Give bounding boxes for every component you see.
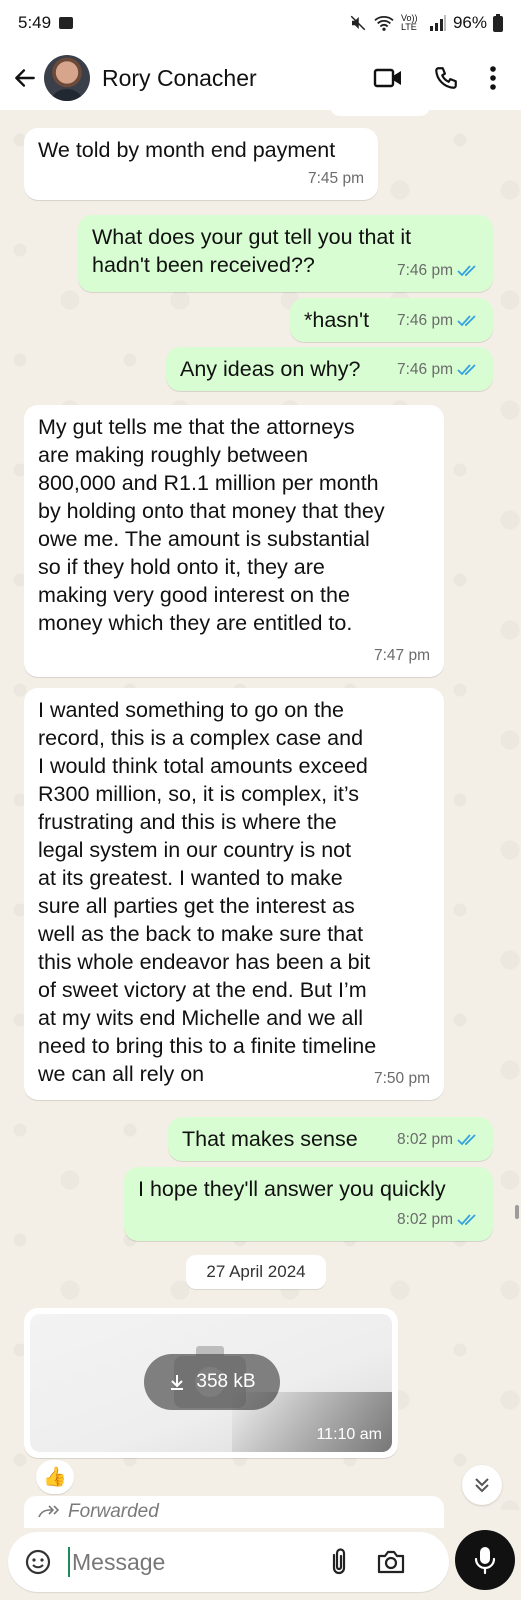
- chat-header: Rory Conacher: [0, 46, 521, 110]
- message-text: this whole endeavor has been a bit: [38, 950, 371, 974]
- message-time: 8:02 pm: [396, 1211, 453, 1228]
- read-receipt-icon: [457, 364, 476, 376]
- reaction-thumbs-up[interactable]: 👍: [36, 1460, 74, 1494]
- message-time: 11:10 am: [316, 1426, 382, 1443]
- avatar[interactable]: [44, 55, 90, 101]
- message-text: R300 million, so, it is complex, it’s: [38, 782, 360, 806]
- message-time: 7:50 pm: [373, 1070, 430, 1087]
- message-text: I wanted something to go on the: [38, 698, 344, 722]
- message-text: record, this is a complex case and: [38, 726, 364, 750]
- read-receipt-icon: [457, 315, 476, 327]
- message-bubble-outgoing[interactable]: Any ideas on why? 7:46 pm: [166, 347, 493, 391]
- message-text: owe me. The amount is substantial: [38, 527, 370, 551]
- message-text: we can all rely on: [38, 1062, 205, 1086]
- battery-icon: [493, 14, 503, 32]
- message-bubble-outgoing[interactable]: *hasn't 7:46 pm: [290, 298, 493, 342]
- message-text: making very good interest on the: [38, 583, 350, 607]
- text-cursor: [68, 1547, 70, 1577]
- network-label: Vo)) LTE: [400, 13, 418, 32]
- message-time: 7:46 pm: [396, 312, 453, 329]
- message-text: sure all parties get the interest as: [38, 894, 355, 918]
- scrollbar-thumb[interactable]: [515, 1205, 519, 1219]
- message-text: frustrating and this is where the: [38, 810, 337, 834]
- date-separator: 27 April 2024: [186, 1255, 326, 1289]
- status-icons: Vo)) LTE 96%: [349, 13, 503, 33]
- message-time: 7:46 pm: [396, 262, 453, 279]
- message-bubble-incoming[interactable]: I wanted something to go on the record, …: [24, 688, 444, 1100]
- message-bubble-incoming[interactable]: My gut tells me that the attorneys are m…: [24, 405, 444, 677]
- media-message-bubble[interactable]: 358 kB 11:10 am: [24, 1308, 398, 1458]
- download-icon: [171, 1375, 184, 1390]
- mute-icon: [350, 15, 366, 31]
- message-time: 7:45 pm: [307, 170, 364, 187]
- double-chevron-down-icon: [475, 1478, 489, 1493]
- forwarded-label: Forwarded: [68, 1501, 159, 1522]
- message-composer: [8, 1532, 449, 1592]
- message-text: money which they are entitled to.: [38, 611, 353, 635]
- wifi-icon: [374, 16, 394, 31]
- message-text: well as the back to make sure that: [38, 922, 364, 946]
- status-time: 5:49: [18, 13, 52, 32]
- message-text: I would think total amounts exceed: [38, 754, 368, 778]
- gallery-notification-icon: [59, 17, 74, 29]
- microphone-icon: [474, 1547, 496, 1575]
- message-text: by holding onto that money that they: [38, 499, 385, 523]
- message-text: legal system in our country is not: [38, 838, 352, 862]
- battery-percent: 96%: [452, 13, 487, 32]
- read-receipt-icon: [457, 265, 476, 277]
- forwarded-icon: [38, 1505, 60, 1518]
- message-input[interactable]: [72, 1548, 322, 1576]
- message-time: 7:47 pm: [373, 647, 430, 664]
- previous-message-edge: [330, 102, 430, 116]
- message-text: My gut tells me that the attorneys: [38, 415, 355, 439]
- message-text: What does your gut tell you that it: [92, 225, 412, 249]
- read-receipt-icon: [457, 1214, 476, 1226]
- sticker-emoji-icon[interactable]: [22, 1546, 54, 1578]
- message-bubble-outgoing[interactable]: I hope they'll answer you quickly 8:02 p…: [124, 1167, 493, 1241]
- message-text: I hope they'll answer you quickly: [138, 1177, 446, 1201]
- message-text: at my wits end Michelle and we all: [38, 1006, 364, 1030]
- message-text: so if they hold onto it, they are: [38, 555, 325, 579]
- header-actions: [373, 65, 511, 91]
- file-size: 358 kB: [196, 1371, 256, 1392]
- message-bubble-outgoing[interactable]: What does your gut tell you that it hadn…: [78, 215, 493, 292]
- attach-icon[interactable]: [322, 1545, 356, 1579]
- message-text: at its greatest. I wanted to make: [38, 866, 343, 890]
- contact-name[interactable]: Rory Conacher: [102, 65, 257, 92]
- status-bar: 5:49 Vo)) LTE 96%: [0, 0, 521, 46]
- message-bubble-incoming[interactable]: We told by month end payment 7:45 pm: [24, 128, 378, 200]
- message-text: are making roughly between: [38, 443, 309, 467]
- scroll-to-bottom-button[interactable]: [462, 1465, 502, 1505]
- message-bubble-outgoing[interactable]: That makes sense 8:02 pm: [168, 1117, 493, 1161]
- video-call-icon[interactable]: [373, 66, 403, 90]
- microphone-button[interactable]: [455, 1530, 515, 1590]
- message-time: 7:46 pm: [396, 361, 453, 378]
- arrow-left-icon[interactable]: [10, 63, 40, 93]
- message-text: of sweet victory at the end. But I’m: [38, 978, 367, 1002]
- forwarded-message-bubble[interactable]: Forwarded: [24, 1496, 444, 1528]
- phone-icon[interactable]: [433, 65, 459, 91]
- image-thumbnail[interactable]: 358 kB 11:10 am: [30, 1314, 392, 1452]
- signal-icon: [429, 15, 446, 31]
- message-text: We told by month end payment: [38, 138, 336, 162]
- message-time: 8:02 pm: [396, 1131, 453, 1148]
- read-receipt-icon: [457, 1134, 476, 1146]
- camera-icon[interactable]: [374, 1545, 408, 1579]
- more-vert-icon[interactable]: [489, 65, 497, 91]
- message-text: need to bring this to a finite timeline: [38, 1034, 377, 1058]
- message-text: 800,000 and R1.1 million per month: [38, 471, 379, 495]
